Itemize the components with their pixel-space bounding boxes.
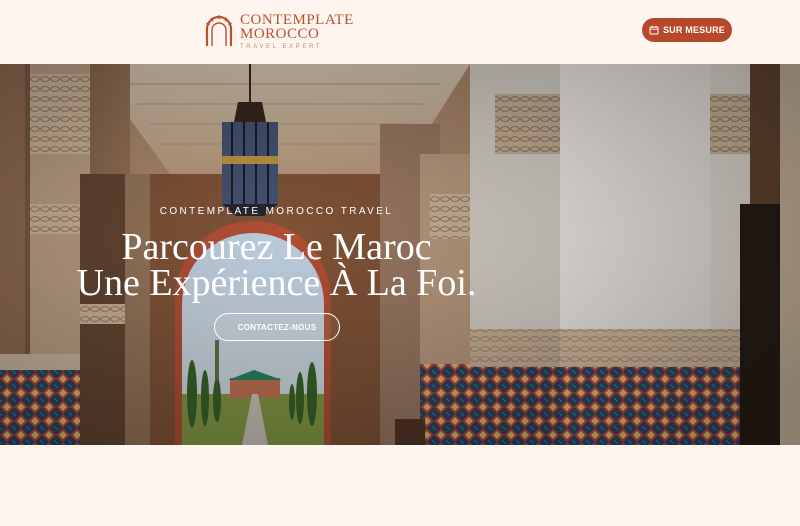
contact-button[interactable]: CONTACTEZ-NOUS: [214, 313, 340, 341]
logo-tagline: TRAVEL EXPERT: [240, 44, 323, 50]
sur-mesure-label: SUR MESURE: [662, 25, 725, 35]
arch-logo-icon: [205, 15, 233, 46]
logo-title-line1: CONTEMPLATE: [240, 12, 354, 28]
hero-headline-line2: Une Expérience À La Foi.: [76, 262, 477, 304]
hero-section: CONTEMPLATE MOROCCO TRAVEL Parcourez Le …: [0, 64, 800, 445]
logo[interactable]: CONTEMPLATE MOROCCO TRAVEL EXPERT: [204, 13, 354, 51]
calendar-icon: [649, 26, 659, 35]
hero-eyebrow: CONTEMPLATE MOROCCO TRAVEL: [159, 206, 394, 217]
logo-title-line2: MOROCCO: [240, 26, 320, 42]
sur-mesure-button[interactable]: SUR MESURE: [642, 18, 732, 42]
site-header: CONTEMPLATE MOROCCO TRAVEL EXPERT SUR ME…: [0, 0, 800, 64]
hero-headline: Parcourez Le Maroc Une Expérience À La F…: [0, 228, 553, 304]
content-area: [0, 445, 800, 526]
